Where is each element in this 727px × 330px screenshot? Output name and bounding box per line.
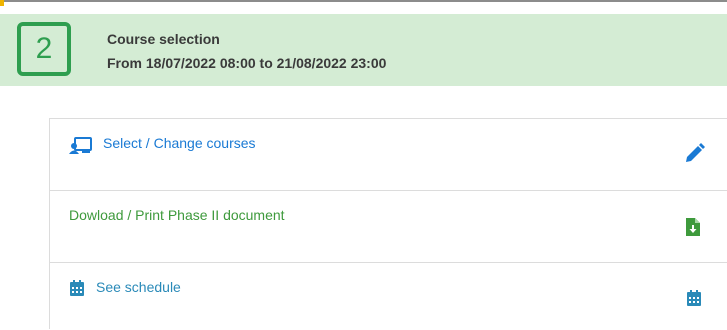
calendar-icon — [69, 280, 85, 302]
step-banner: 2 Course selection From 18/07/2022 08:00… — [0, 14, 727, 86]
actions-card: Select / Change courses Dowload / Print … — [49, 118, 727, 329]
top-accent-mark — [0, 0, 4, 6]
pencil-icon[interactable] — [683, 143, 705, 170]
action-label[interactable]: Select / Change courses — [103, 135, 256, 151]
action-see-schedule[interactable]: See schedule — [50, 263, 727, 330]
file-download-icon[interactable] — [686, 218, 700, 241]
calendar-icon[interactable] — [686, 290, 702, 312]
step-dates: From 18/07/2022 08:00 to 21/08/2022 23:0… — [107, 55, 387, 71]
action-label[interactable]: Dowload / Print Phase II document — [69, 207, 285, 223]
step-title: Course selection — [107, 31, 220, 47]
top-divider — [0, 0, 727, 8]
action-label[interactable]: See schedule — [96, 279, 181, 295]
presentation-icon — [69, 137, 93, 160]
action-select-courses[interactable]: Select / Change courses — [50, 119, 727, 191]
step-number-badge: 2 — [17, 22, 71, 76]
action-download-document[interactable]: Dowload / Print Phase II document — [50, 191, 727, 263]
